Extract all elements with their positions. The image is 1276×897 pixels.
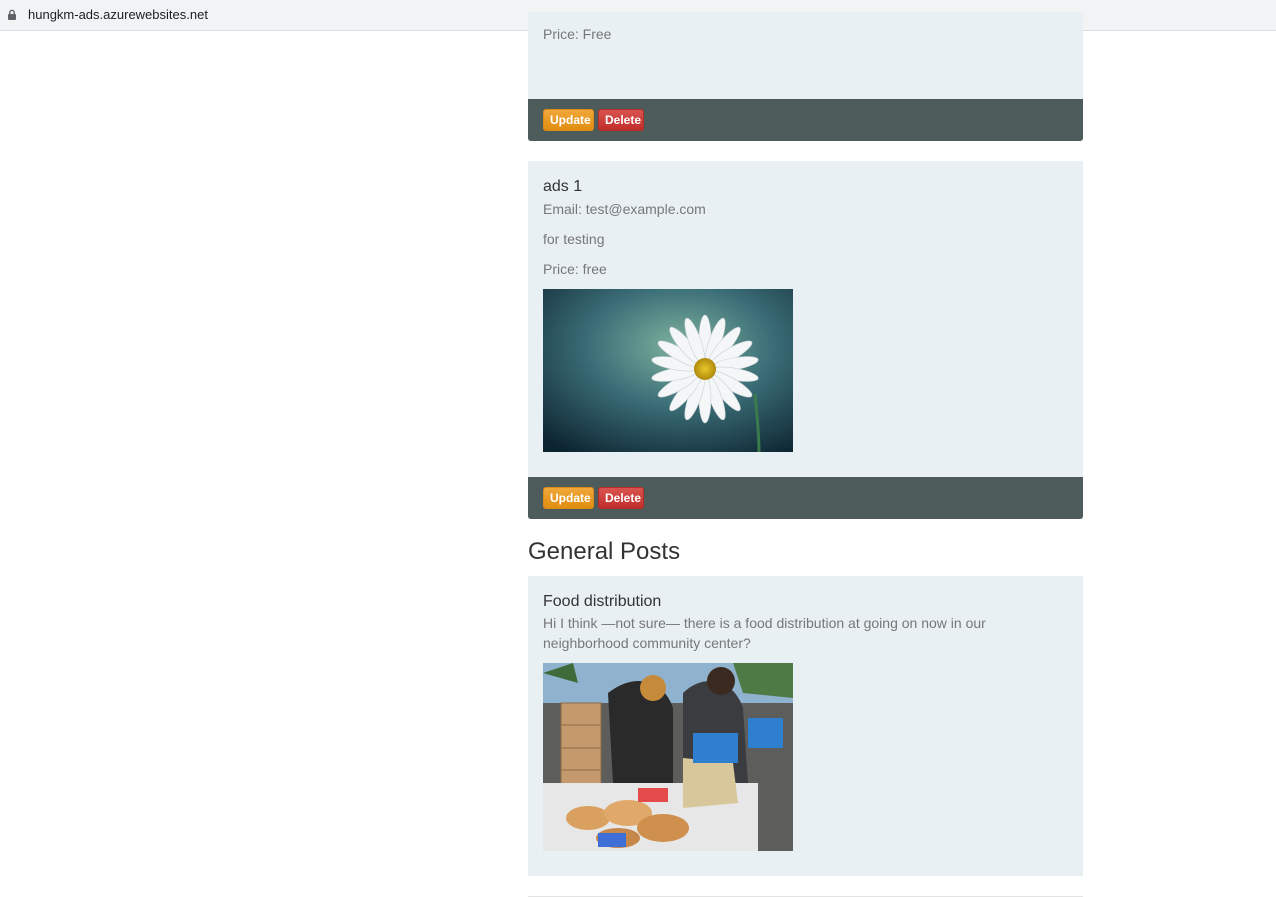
delete-button[interactable]: Delete bbox=[598, 109, 644, 131]
post-title: Food distribution bbox=[543, 593, 662, 610]
post-card: Food distribution Hi I think —not sure— … bbox=[528, 576, 1083, 876]
ad-card-footer: Update Delete bbox=[528, 477, 1083, 519]
ad-card: ads 1 Email: test@example.com for testin… bbox=[528, 161, 1083, 519]
ad-title: ads 1 bbox=[543, 178, 583, 195]
post-body-line: Hi I think —not sure— there is a food di… bbox=[543, 615, 986, 631]
lock-icon bbox=[8, 9, 16, 20]
url-text[interactable]: hungkm-ads.azurewebsites.net bbox=[28, 7, 208, 22]
ad-description: for testing bbox=[543, 231, 605, 247]
ad-card: Price: Free Update Delete bbox=[528, 12, 1083, 141]
post-body-line: neighborhood community center? bbox=[543, 635, 751, 651]
section-heading: General Posts bbox=[528, 538, 681, 565]
ad-card-footer: Update Delete bbox=[528, 99, 1083, 141]
ad-email: Email: test@example.com bbox=[543, 201, 706, 217]
update-button[interactable]: Update bbox=[543, 487, 594, 509]
ad-price: Price: Free bbox=[543, 26, 612, 42]
food-distribution-image bbox=[543, 663, 793, 851]
daisy-flower-image bbox=[543, 289, 793, 452]
ad-price: Price: free bbox=[543, 261, 607, 277]
update-button[interactable]: Update bbox=[543, 109, 594, 131]
delete-button[interactable]: Delete bbox=[598, 487, 644, 509]
